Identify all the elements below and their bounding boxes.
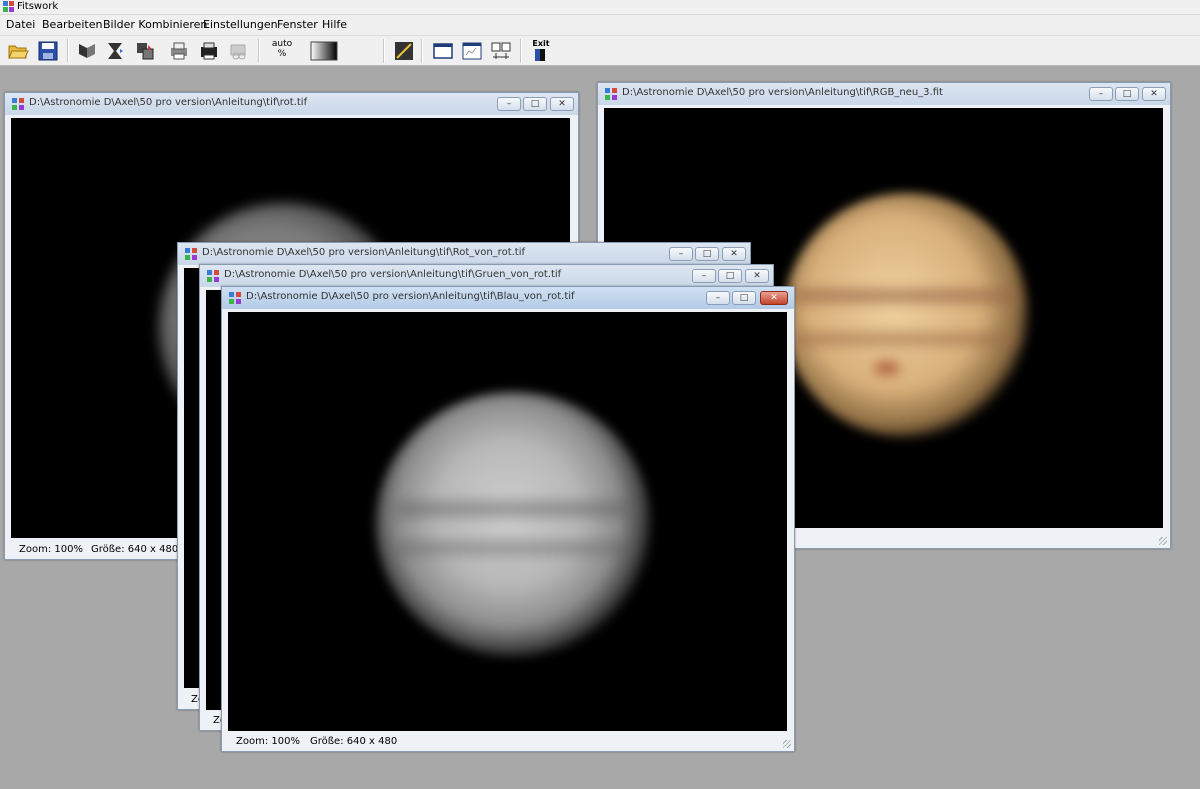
minimize-button[interactable]: – bbox=[497, 97, 521, 111]
histogram-icon[interactable] bbox=[393, 40, 415, 62]
window-title: D:\Astronomie D\Axel\50 pro version\Anle… bbox=[246, 291, 575, 302]
window-title-bar[interactable]: D:\Astronomie D\Axel\50 pro version\Anle… bbox=[200, 265, 773, 287]
menu-bar: Datei Bearbeiten Bilder Kombinieren Eins… bbox=[0, 15, 1200, 36]
fitswork-app-icon bbox=[3, 1, 14, 12]
toolbar-separator bbox=[421, 39, 423, 63]
minimize-button[interactable]: – bbox=[1089, 87, 1113, 101]
close-button[interactable]: ✕ bbox=[760, 291, 788, 305]
resize-grip[interactable] bbox=[783, 740, 791, 748]
maximize-button[interactable]: □ bbox=[718, 269, 742, 283]
size-readout: Größe: 640 x 480 bbox=[310, 736, 398, 747]
hourglass-icon[interactable] bbox=[104, 40, 126, 62]
toolbar-separator bbox=[67, 39, 69, 63]
window-app-icon bbox=[207, 270, 219, 282]
cloud-band bbox=[794, 333, 1019, 345]
layers-icon[interactable] bbox=[134, 40, 156, 62]
open-folder-icon[interactable] bbox=[7, 40, 29, 62]
resize-grip[interactable] bbox=[1159, 537, 1167, 545]
window-title-bar[interactable]: D:\Astronomie D\Axel\50 pro version\Anle… bbox=[598, 83, 1170, 105]
planet-blue-image bbox=[376, 392, 651, 657]
auto-sub-label: % bbox=[277, 49, 287, 59]
window-icon[interactable] bbox=[432, 40, 454, 62]
window-title-bar[interactable]: D:\Astronomie D\Axel\50 pro version\Anle… bbox=[178, 243, 750, 265]
window-app-icon bbox=[229, 292, 241, 304]
gradient-icon[interactable] bbox=[310, 40, 338, 62]
maximize-button[interactable]: □ bbox=[523, 97, 547, 111]
size-readout: Größe: 640 x 480 bbox=[91, 544, 179, 555]
minimize-button[interactable]: – bbox=[692, 269, 716, 283]
window-title-bar[interactable]: D:\Astronomie D\Axel\50 pro version\Anle… bbox=[5, 93, 578, 115]
close-button[interactable]: ✕ bbox=[722, 247, 746, 261]
window-title-bar[interactable]: D:\Astronomie D\Axel\50 pro version\Anle… bbox=[222, 287, 794, 309]
menu-datei[interactable]: Datei bbox=[6, 18, 35, 31]
close-button[interactable]: ✕ bbox=[550, 97, 574, 111]
toolbar-separator bbox=[520, 39, 522, 63]
scan-icon[interactable] bbox=[228, 40, 250, 62]
image-window-blau-von-rot[interactable]: D:\Astronomie D\Axel\50 pro version\Anle… bbox=[221, 286, 795, 752]
status-bar: Zoom: 100% Größe: 640 x 480 bbox=[222, 733, 794, 751]
planet-rgb-image bbox=[784, 193, 1029, 438]
zoom-readout: Zoom: 100% bbox=[19, 544, 83, 555]
window-title: D:\Astronomie D\Axel\50 pro version\Anle… bbox=[224, 269, 562, 280]
menu-fenster[interactable]: Fenster bbox=[277, 18, 318, 31]
chart-window-icon[interactable] bbox=[461, 40, 483, 62]
exit-label: Exit bbox=[532, 39, 550, 48]
menu-einstellungen[interactable]: Einstellungen bbox=[203, 18, 278, 31]
window-title: D:\Astronomie D\Axel\50 pro version\Anle… bbox=[622, 87, 943, 98]
maximize-button[interactable]: □ bbox=[695, 247, 719, 261]
exit-icon bbox=[535, 49, 545, 61]
auto-label: auto bbox=[271, 39, 293, 49]
minimize-button[interactable]: – bbox=[669, 247, 693, 261]
maximize-button[interactable]: □ bbox=[1115, 87, 1139, 101]
save-icon[interactable] bbox=[37, 40, 59, 62]
window-app-icon bbox=[185, 248, 197, 260]
window-title: D:\Astronomie D\Axel\50 pro version\Anle… bbox=[202, 247, 526, 258]
toolbar: auto % Exit bbox=[0, 36, 1200, 66]
cloud-band bbox=[396, 542, 631, 554]
cloud-band bbox=[794, 289, 1019, 303]
app-title: Fitswork bbox=[17, 1, 59, 12]
auto-scale-button[interactable]: auto % bbox=[268, 39, 296, 63]
zoom-readout: Zoom: 100% bbox=[236, 736, 300, 747]
print-icon[interactable] bbox=[168, 40, 190, 62]
great-red-spot bbox=[874, 361, 900, 375]
flip-icon[interactable] bbox=[76, 40, 98, 62]
menu-hilfe[interactable]: Hilfe bbox=[322, 18, 347, 31]
app-title-bar: Fitswork bbox=[0, 0, 1200, 15]
toolbar-separator bbox=[258, 39, 260, 63]
minimize-button[interactable]: – bbox=[706, 291, 730, 305]
close-button[interactable]: ✕ bbox=[745, 269, 769, 283]
menu-bearbeiten[interactable]: Bearbeiten bbox=[42, 18, 102, 31]
menu-bilder-kombinieren[interactable]: Bilder Kombinieren bbox=[103, 18, 207, 31]
window-app-icon bbox=[605, 88, 617, 100]
image-canvas[interactable] bbox=[228, 312, 787, 731]
window-app-icon bbox=[12, 98, 24, 110]
compare-icon[interactable] bbox=[490, 40, 512, 62]
printer-icon[interactable] bbox=[198, 40, 220, 62]
exit-button[interactable]: Exit bbox=[530, 39, 552, 63]
toolbar-separator bbox=[383, 39, 385, 63]
window-title: D:\Astronomie D\Axel\50 pro version\Anle… bbox=[29, 97, 308, 108]
close-button[interactable]: ✕ bbox=[1142, 87, 1166, 101]
cloud-band bbox=[396, 502, 631, 516]
maximize-button[interactable]: □ bbox=[732, 291, 756, 305]
